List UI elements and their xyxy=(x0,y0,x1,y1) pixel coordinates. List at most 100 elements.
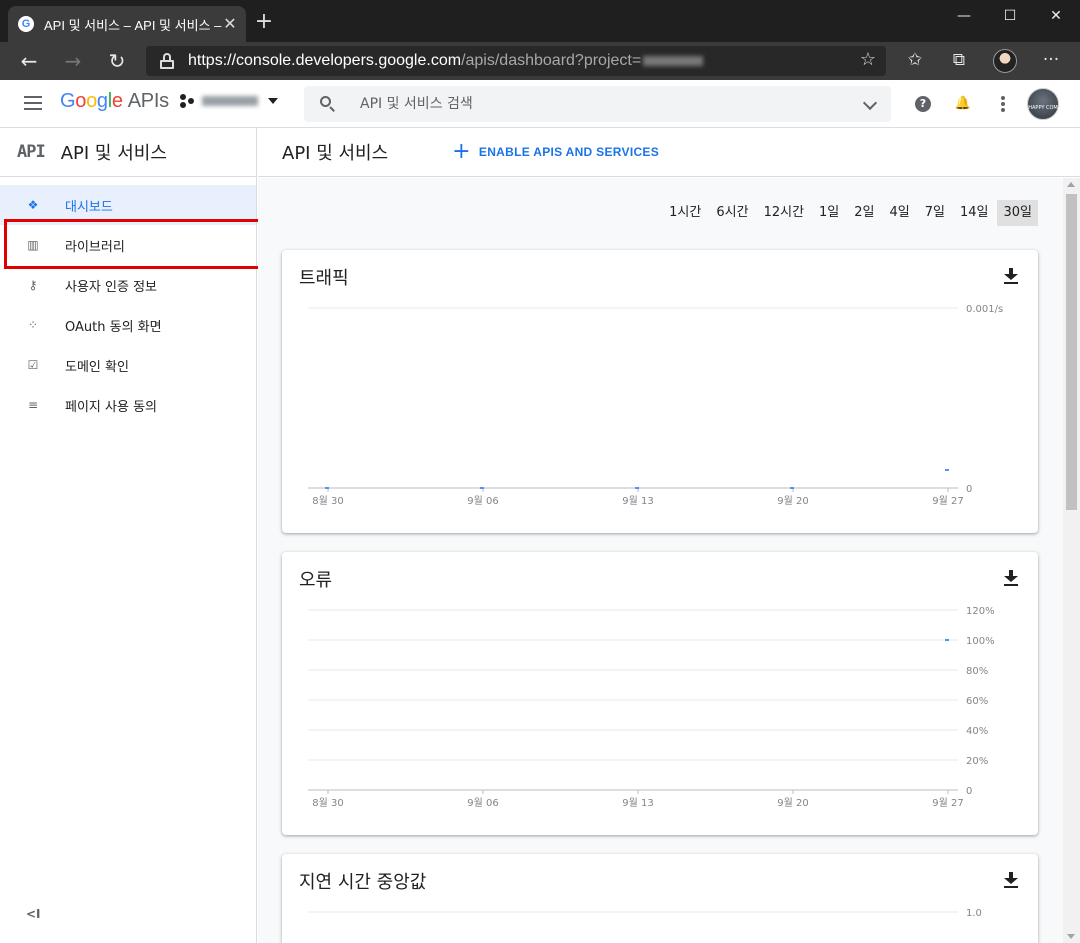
tab-close-icon[interactable]: ✕ xyxy=(222,16,238,32)
search-box xyxy=(304,86,891,122)
dashboard-content: 1시간 6시간 12시간 1일 2일 4일 7일 14일 30일 트래픽 0.0… xyxy=(258,178,1063,943)
sidebar-title: API 및 서비스 xyxy=(60,143,167,164)
x-tick-label: 8월 30 xyxy=(312,495,343,507)
enable-apis-label: ENABLE APIS AND SERVICES xyxy=(478,145,660,159)
sidebar-item-page-agreement[interactable]: ≡ 페이지 사용 동의 xyxy=(0,385,256,425)
sidebar-item-label: 사용자 인증 정보 xyxy=(65,279,157,295)
favorites-icon[interactable]: ✩ xyxy=(904,50,926,70)
sidebar-item-label: 도메인 확인 xyxy=(65,359,129,375)
refresh-icon[interactable]: ↻ xyxy=(103,48,131,74)
domain-check-icon: ☑ xyxy=(27,358,39,372)
x-tick-label: 8월 30 xyxy=(312,797,343,809)
sidebar-item-label: OAuth 동의 화면 xyxy=(65,319,162,335)
project-name-redacted xyxy=(202,96,258,106)
x-tick-label: 9월 20 xyxy=(777,797,808,809)
x-tick-label: 9월 06 xyxy=(467,797,498,809)
address-bar[interactable]: https://console.developers.google.com/ap… xyxy=(146,46,886,76)
hamburger-menu-icon[interactable] xyxy=(24,96,42,110)
collections-icon[interactable]: ⧉ xyxy=(948,50,970,70)
google-favicon-icon: G xyxy=(18,16,34,32)
main-header: API 및 서비스 + ENABLE APIS AND SERVICES xyxy=(258,128,1080,177)
caret-down-icon xyxy=(268,98,278,104)
window-close-icon[interactable]: ✕ xyxy=(1033,4,1079,28)
chevron-down-icon[interactable] xyxy=(862,95,878,111)
traffic-card: 트래픽 0.001/s 0 8월 30 9월 06 9월 13 9월 20 9월 27 xyxy=(282,250,1038,533)
google-apis-logo[interactable]: Google APIs xyxy=(60,90,169,113)
favorite-star-icon[interactable]: ☆ xyxy=(860,49,876,70)
user-avatar[interactable]: HAPPY COM xyxy=(1027,88,1059,120)
range-7d[interactable]: 7일 xyxy=(919,200,951,226)
y-tick-label: 60% xyxy=(966,696,988,707)
page-agreement-icon: ≡ xyxy=(27,398,39,412)
x-tick-label: 9월 27 xyxy=(932,797,963,809)
range-1d[interactable]: 1일 xyxy=(813,200,845,226)
project-icon xyxy=(180,94,194,108)
url-project-redacted xyxy=(643,56,704,66)
project-selector[interactable] xyxy=(180,94,278,108)
notifications-bell-icon[interactable]: 🔔 xyxy=(953,94,973,114)
range-2d[interactable]: 2일 xyxy=(848,200,880,226)
browser-toolbar: ← → ↻ https://console.developers.google.… xyxy=(0,42,1080,80)
range-1h[interactable]: 1시간 xyxy=(663,200,707,226)
scroll-down-icon[interactable] xyxy=(1067,934,1075,939)
scroll-thumb[interactable] xyxy=(1066,194,1077,510)
range-6h[interactable]: 6시간 xyxy=(710,200,754,226)
errors-chart: 120% 100% 80% 60% 40% 20% 0 8월 30 9월 06 9월 13 9월 2… xyxy=(308,606,995,809)
back-icon[interactable]: ← xyxy=(15,48,43,74)
plus-icon: + xyxy=(452,139,471,164)
y-tick-label: 100% xyxy=(966,636,995,647)
api-badge-icon: API xyxy=(17,142,46,162)
range-14d[interactable]: 14일 xyxy=(954,200,995,226)
collapse-sidebar-icon[interactable]: <I xyxy=(26,907,41,921)
y-tick-label: 40% xyxy=(966,726,988,737)
page-title: API 및 서비스 xyxy=(282,143,389,164)
scroll-up-icon[interactable] xyxy=(1067,182,1075,187)
search-input[interactable] xyxy=(360,86,840,122)
x-tick-label: 9월 06 xyxy=(467,495,498,507)
key-icon: ⚷ xyxy=(28,278,38,292)
sidebar-item-credentials[interactable]: ⚷ 사용자 인증 정보 xyxy=(0,265,256,305)
sidebar-item-label: 페이지 사용 동의 xyxy=(65,399,157,415)
browser-titlebar: G API 및 서비스 – API 및 서비스 – Google Cloud P… xyxy=(0,0,1080,42)
time-range-selector: 1시간 6시간 12시간 1일 2일 4일 7일 14일 30일 xyxy=(660,200,1038,226)
url-host: https://console.developers.google.com xyxy=(188,52,462,69)
more-options-icon[interactable] xyxy=(993,94,1013,114)
url-path: /apis/dashboard?project= xyxy=(461,52,642,69)
app-header: GoogleAPIs ? 🔔 HAPPY COM xyxy=(0,80,1080,128)
browser-tab[interactable]: G API 및 서비스 – API 및 서비스 – Google Cloud P… xyxy=(8,6,246,42)
forward-icon[interactable]: → xyxy=(59,48,87,74)
sidebar-item-oauth-consent[interactable]: ⁘ OAuth 동의 화면 xyxy=(0,305,256,345)
sidebar-nav: ❖ 대시보드 ▥ 라이브러리 ⚷ 사용자 인증 정보 ⁘ OAuth 동의 화면… xyxy=(0,177,256,425)
y-tick-label: 0 xyxy=(966,786,972,797)
sidebar-item-domain-verification[interactable]: ☑ 도메인 확인 xyxy=(0,345,256,385)
oauth-consent-icon: ⁘ xyxy=(27,318,39,332)
dashboard-icon: ❖ xyxy=(27,198,39,212)
y-tick-label: 0.001/s xyxy=(966,304,1003,315)
range-30d[interactable]: 30일 xyxy=(997,200,1038,226)
y-tick-label: 80% xyxy=(966,666,988,677)
y-tick-label: 1.0 xyxy=(966,908,982,919)
range-4d[interactable]: 4일 xyxy=(884,200,916,226)
traffic-chart: 0.001/s 0 8월 30 9월 06 9월 13 9월 20 9월 27 xyxy=(308,304,1003,507)
errors-card: 오류 120% 100% 80% 60% 40% 20% 0 8월 30 9월 06 9월 13 9… xyxy=(282,552,1038,835)
profile-avatar[interactable] xyxy=(993,49,1017,73)
range-12h[interactable]: 12시간 xyxy=(758,200,810,226)
browser-menu-icon[interactable]: ··· xyxy=(1040,50,1062,70)
sidebar-header: API API 및 서비스 xyxy=(0,128,256,177)
enable-apis-button[interactable]: + ENABLE APIS AND SERVICES xyxy=(452,139,660,164)
sidebar-item-label: 대시보드 xyxy=(65,199,113,215)
help-icon[interactable]: ? xyxy=(915,96,931,112)
x-tick-label: 9월 20 xyxy=(777,495,808,507)
x-tick-label: 9월 27 xyxy=(932,495,963,507)
x-tick-label: 9월 13 xyxy=(622,495,653,507)
new-tab-icon[interactable]: + xyxy=(254,11,274,33)
x-tick-label: 9월 13 xyxy=(622,797,653,809)
lock-icon xyxy=(160,53,174,69)
maximize-icon[interactable]: ☐ xyxy=(987,4,1033,28)
library-highlight-annotation xyxy=(4,219,274,269)
latency-card: 지연 시간 중앙값 1.0 xyxy=(282,854,1038,943)
minimize-icon[interactable]: — xyxy=(941,4,987,28)
content-scrollbar[interactable] xyxy=(1063,178,1080,943)
y-tick-label: 20% xyxy=(966,756,988,767)
tab-title: API 및 서비스 – API 및 서비스 – Google Cloud Pla… xyxy=(44,17,222,33)
